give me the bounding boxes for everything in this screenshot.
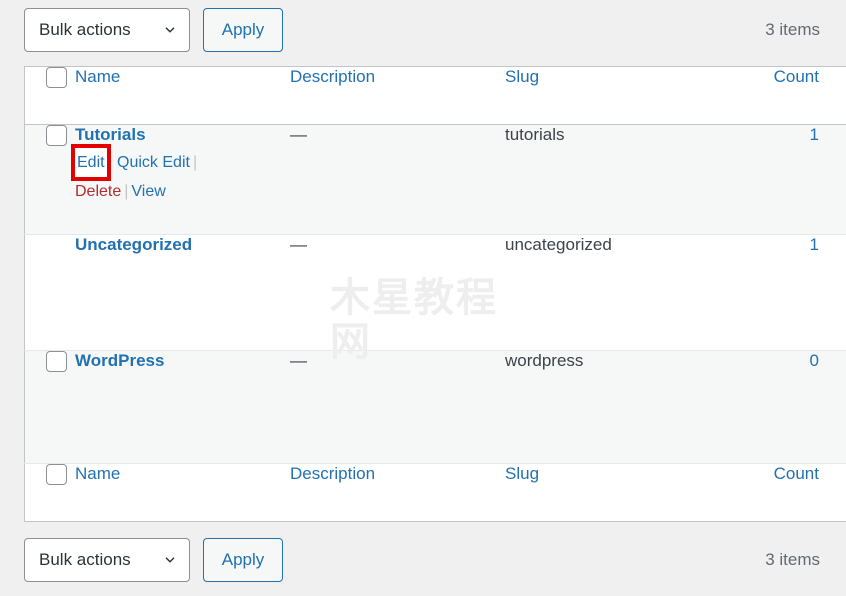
row-description-cell: — — [290, 351, 505, 464]
column-header-description-top[interactable]: Description — [290, 66, 505, 125]
table-head: Name Description Slug Count — [24, 66, 846, 125]
slug-value-tutorials: tutorials — [505, 125, 565, 144]
row-count-cell: 1 — [695, 125, 846, 235]
description-value-uncategorized: — — [290, 235, 307, 254]
row-name-cell: Uncategorized — [75, 235, 290, 351]
action-separator — [107, 154, 117, 171]
row-slug-cell: uncategorized — [505, 235, 695, 351]
items-count-bottom: 3 items — [765, 550, 820, 569]
table-nav-top: Bulk actions Apply 3 items — [0, 0, 846, 60]
description-value-wordpress: — — [290, 351, 307, 370]
row-count-cell: 1 — [695, 235, 846, 351]
items-count-top: 3 items — [765, 20, 820, 39]
apply-label-top: Apply — [221, 20, 265, 39]
edit-link-highlight: Edit — [75, 148, 107, 177]
description-value-tutorials: — — [290, 125, 307, 144]
count-link-wordpress[interactable]: 0 — [810, 351, 819, 370]
count-link-tutorials[interactable]: 1 — [810, 125, 819, 144]
action-separator: | — [124, 183, 129, 200]
select-all-header-top — [24, 66, 75, 125]
slug-value-uncategorized: uncategorized — [505, 235, 612, 254]
quick-edit-link-tutorials[interactable]: Quick Edit — [117, 154, 190, 171]
view-link-tutorials[interactable]: View — [131, 183, 165, 200]
slug-value-wordpress: wordpress — [505, 351, 584, 370]
column-header-description-bottom[interactable]: Description — [290, 463, 505, 522]
column-header-name-bottom[interactable]: Name — [75, 463, 290, 522]
column-header-slug-bottom[interactable]: Slug — [505, 463, 695, 522]
term-link-tutorials[interactable]: Tutorials — [75, 125, 146, 144]
term-link-wordpress[interactable]: WordPress — [75, 351, 164, 370]
row-select-cell — [25, 235, 76, 351]
table-foot: Name Description Slug Count — [24, 463, 846, 522]
select-all-wrap-top — [25, 67, 75, 88]
row-slug-cell: tutorials — [505, 125, 695, 235]
column-header-count-top[interactable]: Count — [695, 66, 846, 125]
bulk-actions-label-top: Bulk actions — [39, 20, 131, 39]
table-nav-bottom: Bulk actions Apply 3 items — [0, 530, 846, 590]
column-header-count-bottom[interactable]: Count — [695, 463, 846, 522]
select-all-checkbox-bottom[interactable] — [46, 464, 67, 485]
chevron-down-icon — [163, 553, 177, 567]
delete-link-tutorials[interactable]: Delete — [75, 183, 121, 200]
table-body: Tutorials Edit Quick Edit | Delete | View — … — [24, 124, 846, 464]
row-description-cell: — — [290, 125, 505, 235]
table-row: WordPress — wordpress 0 — [24, 350, 846, 464]
count-link-uncategorized[interactable]: 1 — [810, 235, 819, 254]
term-link-uncategorized[interactable]: Uncategorized — [75, 235, 192, 254]
select-all-header-bottom — [24, 463, 75, 522]
bulk-actions-label-bottom: Bulk actions — [39, 550, 131, 569]
table-row: Uncategorized — uncategorized 1 — [24, 234, 846, 351]
apply-label-bottom: Apply — [221, 550, 265, 569]
apply-button-top[interactable]: Apply — [203, 8, 283, 52]
column-header-slug-top[interactable]: Slug — [505, 66, 695, 125]
bulk-actions-select-bottom[interactable]: Bulk actions — [24, 538, 190, 582]
edit-link-tutorials[interactable]: Edit — [77, 154, 105, 171]
terms-list-table: Name Description Slug Count Tutorials Ed… — [24, 66, 846, 522]
row-checkbox-wordpress[interactable] — [46, 351, 67, 372]
row-select-cell — [25, 125, 76, 235]
row-description-cell: — — [290, 235, 505, 351]
row-select-wrap — [25, 125, 75, 146]
select-all-checkbox-top[interactable] — [46, 67, 67, 88]
row-count-cell: 0 — [695, 351, 846, 464]
table-row: Tutorials Edit Quick Edit | Delete | View — … — [24, 124, 846, 235]
apply-button-bottom[interactable]: Apply — [203, 538, 283, 582]
row-checkbox-tutorials[interactable] — [46, 125, 67, 146]
row-select-cell — [25, 351, 76, 464]
table-header-row: Name Description Slug Count — [24, 66, 846, 125]
row-slug-cell: wordpress — [505, 351, 695, 464]
column-header-name-top[interactable]: Name — [75, 66, 290, 125]
row-actions-tutorials: Edit Quick Edit | Delete | View — [75, 148, 245, 206]
table-footer-row: Name Description Slug Count — [24, 463, 846, 522]
chevron-down-icon — [163, 23, 177, 37]
bulk-actions-select-top[interactable]: Bulk actions — [24, 8, 190, 52]
row-name-cell: Tutorials Edit Quick Edit | Delete | View — [75, 125, 290, 235]
row-select-wrap — [25, 351, 75, 372]
row-name-cell: WordPress — [75, 351, 290, 464]
action-separator: | — [192, 154, 198, 171]
select-all-wrap-bottom — [25, 464, 75, 485]
